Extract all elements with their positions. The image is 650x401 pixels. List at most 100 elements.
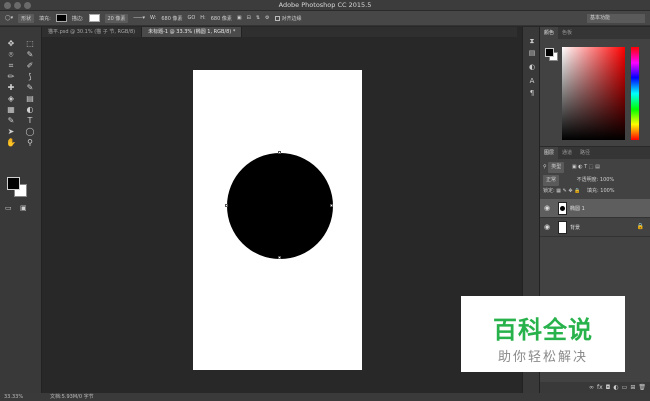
tool-3-icon[interactable]: ✎ [22,50,38,60]
path-arrangement-icon[interactable]: ⇅ [256,15,260,21]
fill-label: 填充: [39,15,51,22]
adjustments-icon[interactable]: ◐ [526,63,538,73]
layer-row-ellipse[interactable]: ◉ 椭圆 1 [540,199,650,218]
opacity-field[interactable]: 100% [600,177,614,183]
quick-mask-icon[interactable]: ▭ [5,204,12,212]
stroke-swatch[interactable] [88,14,100,22]
tool-17-icon[interactable]: ◯ [22,127,38,137]
tool-preset-icon[interactable]: ◯▾ [5,15,13,21]
watermark-logo: 百科全说 助你轻松解决 [461,296,625,372]
tool-9-icon[interactable]: ✎ [22,83,38,93]
tool-11-icon[interactable]: ▤ [22,94,38,104]
zoom-level[interactable]: 33.33% [4,393,23,401]
fill-field[interactable]: 100% [600,188,614,194]
color-field[interactable] [562,47,625,140]
new-group-icon[interactable]: ▭ [622,384,628,391]
lock-icon: 🔒 [636,223,644,230]
color-swatches [7,177,31,201]
anchor-point-right[interactable] [330,204,333,207]
anchor-point-bottom[interactable] [278,256,281,259]
character-icon[interactable]: A [526,77,538,87]
anchor-point-top[interactable] [278,151,281,154]
search-icon: ⚲ [543,164,547,170]
history-icon[interactable]: ⧗ [526,37,538,47]
add-mask-icon[interactable]: ◘ [606,384,611,391]
fill-swatch[interactable] [55,14,67,22]
hue-slider[interactable] [631,47,639,140]
properties-icon[interactable]: ▤ [526,49,538,59]
path-operations-icon[interactable]: ▣ [237,15,242,21]
adjustment-layer-icon[interactable]: ◐ [613,384,618,391]
paragraph-icon[interactable]: ¶ [526,89,538,99]
tool-14-icon[interactable]: ✎ [3,116,19,126]
tool-8-icon[interactable]: ✚ [3,83,19,93]
layer-name: 背景 [570,225,581,231]
tool-16-icon[interactable]: ➤ [3,127,19,137]
link-icon[interactable]: GO [187,15,195,21]
lock-label: 锁定: [543,188,555,194]
link-layers-icon[interactable]: ∞ [589,384,594,391]
align-edges-checkbox[interactable] [274,15,280,21]
document-info[interactable]: 文档:5.93M/0 字节 [50,393,94,401]
align-edges-option[interactable]: 对齐边缘 [274,15,302,22]
tool-1-icon[interactable]: ⬚ [22,39,38,49]
gear-icon[interactable]: ⚙ [265,15,269,21]
color-panel-tabs: 颜色 色板 [540,27,650,39]
layers-footer: ∞ fx ◘ ◐ ▭ ⊞ 🗑 [540,382,650,393]
tool-10-icon[interactable]: ◈ [3,94,19,104]
eye-icon[interactable]: ◉ [544,204,550,212]
options-bar: ◯▾ 形状 填充: 描边: 20 像素 ───▾ W: 680 像素 GO H:… [0,11,650,26]
screen-mode-icon[interactable]: ▣ [20,204,27,212]
eye-icon[interactable]: ◉ [544,223,550,231]
tab-swatches[interactable]: 色板 [558,27,576,39]
stroke-type-icon[interactable]: ───▾ [133,15,145,21]
opacity-label: 不透明度: [576,177,599,183]
kind-filter-select[interactable]: 类型 [548,162,565,173]
lock-row: 锁定: ▦ ✎ ✥ 🔒 填充: 100% [543,187,647,196]
filter-icons[interactable]: ▣ ◐ T ⬚ ▤ [572,164,600,170]
color-panel-foreground-swatch[interactable] [545,48,554,57]
foreground-color-swatch[interactable] [7,177,20,190]
lock-icons[interactable]: ▦ ✎ ✥ 🔒 [556,188,580,194]
height-field[interactable]: 680 像素 [211,15,232,22]
tab-paths[interactable]: 路径 [576,147,594,159]
tab-channels[interactable]: 通道 [558,147,576,159]
tab-document-1[interactable]: 猫平.psd @ 30.1% (猫 子 节, RGB/8) [42,27,143,37]
layer-style-icon[interactable]: fx [597,384,603,391]
stroke-width-field[interactable]: 20 像素 [104,13,129,23]
ellipse-shape[interactable] [227,153,333,259]
height-label: H: [200,15,206,21]
tool-4-icon[interactable]: ⌗ [3,61,19,71]
tab-color[interactable]: 颜色 [540,27,559,39]
width-field[interactable]: 680 像素 [161,15,182,22]
tool-7-icon[interactable]: ⟆ [22,72,38,82]
tab-layers[interactable]: 图层 [540,147,559,159]
align-edges-label: 对齐边缘 [281,15,302,22]
tools-panel: ✥ ⬚ ⌾ ✎ ⌗ ✐ ✏ ⟆ ✚ ✎ ◈ ▤ ▦ ◐ ✎ T ➤ ◯ ✋ ⚲ ▭ ▣ [0,27,42,393]
canvas-area[interactable] [42,37,517,393]
workspace-select[interactable]: 基本功能 [587,14,645,23]
tool-13-icon[interactable]: ◐ [22,105,38,115]
layer-row-background[interactable]: ◉ 背景 🔒 [540,218,650,237]
tool-12-icon[interactable]: ▦ [3,105,19,115]
tool-15-icon[interactable]: T [22,116,38,126]
new-layer-icon[interactable]: ⊞ [630,384,635,391]
tool-6-icon[interactable]: ✏ [3,72,19,82]
tool-5-icon[interactable]: ✐ [22,61,38,71]
anchor-point-left[interactable] [225,204,228,207]
tab-document-2[interactable]: 未标题-1 @ 33.3% (椭圆 1, RGB/8) * [142,27,243,37]
delete-layer-icon[interactable]: 🗑 [638,384,646,391]
fill-label: 填充: [586,188,599,194]
tool-19-icon[interactable]: ⚲ [22,138,38,148]
layers-panel-tabs: 图层 通道 路径 [540,147,650,159]
tool-2-icon[interactable]: ⌾ [3,50,19,60]
tool-0-icon[interactable]: ✥ [3,39,19,49]
watermark-title: 百科全说 [493,316,593,344]
blend-mode-select[interactable]: 正常 [543,175,560,186]
document-canvas[interactable] [193,70,362,370]
layer-thumbnail [558,221,567,234]
blend-row: 正常 不透明度: 100% [543,175,647,186]
tool-mode-select[interactable]: 形状 [18,13,35,23]
tool-18-icon[interactable]: ✋ [3,138,19,148]
path-alignment-icon[interactable]: ⊟ [247,15,251,21]
